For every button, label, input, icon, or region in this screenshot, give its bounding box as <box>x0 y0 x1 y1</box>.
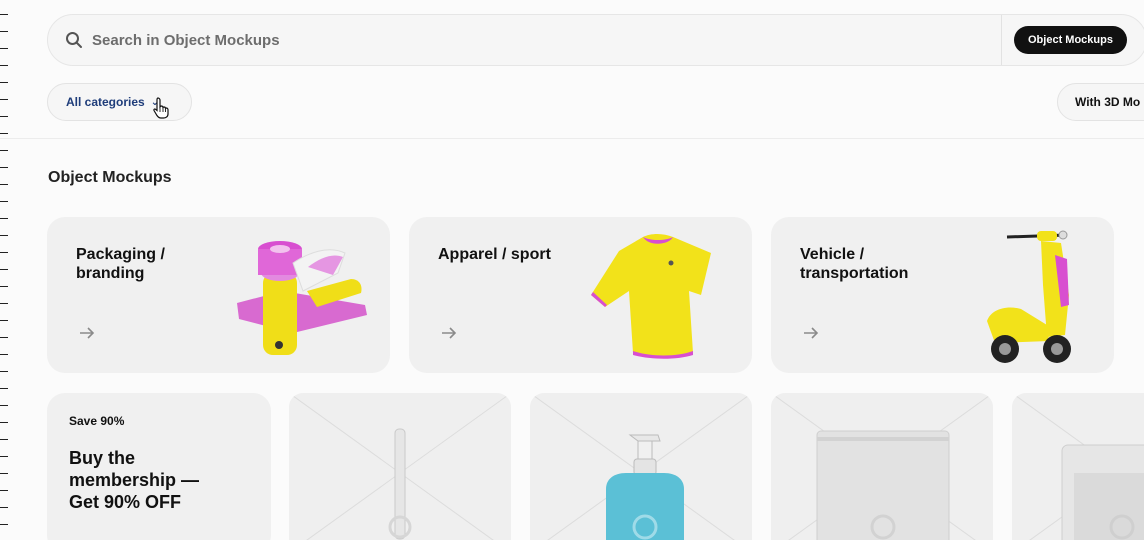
product-tile[interactable] <box>1012 393 1144 540</box>
search-scope-button[interactable]: Object Mockups <box>1014 26 1127 54</box>
product-tile[interactable] <box>289 393 511 540</box>
category-label: Vehicle / transportation <box>800 246 909 282</box>
category-card-vehicle[interactable]: Vehicle / transportation <box>771 217 1114 373</box>
scooter-mockup-image <box>987 230 1071 363</box>
arrow-right-icon <box>804 327 819 339</box>
category-label: Apparel / sport <box>438 246 551 263</box>
category-card-packaging[interactable]: Packaging / branding <box>47 217 390 373</box>
section-title: Object Mockups <box>48 169 172 186</box>
tube-mockup-image <box>289 393 511 540</box>
packaging-mockup-image <box>237 241 367 355</box>
hand-cursor-icon <box>153 97 169 119</box>
category-label: Packaging / branding <box>76 246 165 282</box>
promo-save-text: Save 90% <box>69 414 125 428</box>
with-3d-filter-button[interactable]: With 3D Mo <box>1057 83 1144 121</box>
search-input[interactable] <box>92 31 972 49</box>
all-categories-label: All categories <box>66 95 145 109</box>
product-tile[interactable] <box>530 393 752 540</box>
product-tile[interactable] <box>771 393 993 540</box>
promo-headline: Buy the membership — Get 90% OFF <box>69 448 200 512</box>
search-icon <box>63 29 85 51</box>
with-3d-label: With 3D Mo <box>1075 95 1141 109</box>
box-mockup-image <box>1012 393 1144 540</box>
search-bar[interactable]: Object Mockups <box>47 14 1144 66</box>
all-categories-dropdown[interactable]: All categories ⌄ <box>47 83 192 121</box>
category-card-apparel[interactable]: Apparel / sport <box>409 217 752 373</box>
arrow-right-icon <box>80 327 95 339</box>
search-divider <box>1001 15 1002 65</box>
tshirt-mockup-image <box>591 234 711 359</box>
pouch-mockup-image <box>771 393 993 540</box>
membership-promo-card[interactable]: Save 90% Buy the membership — Get 90% OF… <box>47 393 271 540</box>
header-divider <box>0 138 1144 139</box>
pump-bottle-mockup-image <box>530 393 752 540</box>
arrow-right-icon <box>442 327 457 339</box>
ruler-ticks <box>0 0 8 540</box>
page: Object Mockups All categories ⌄ With 3D … <box>0 0 1144 540</box>
